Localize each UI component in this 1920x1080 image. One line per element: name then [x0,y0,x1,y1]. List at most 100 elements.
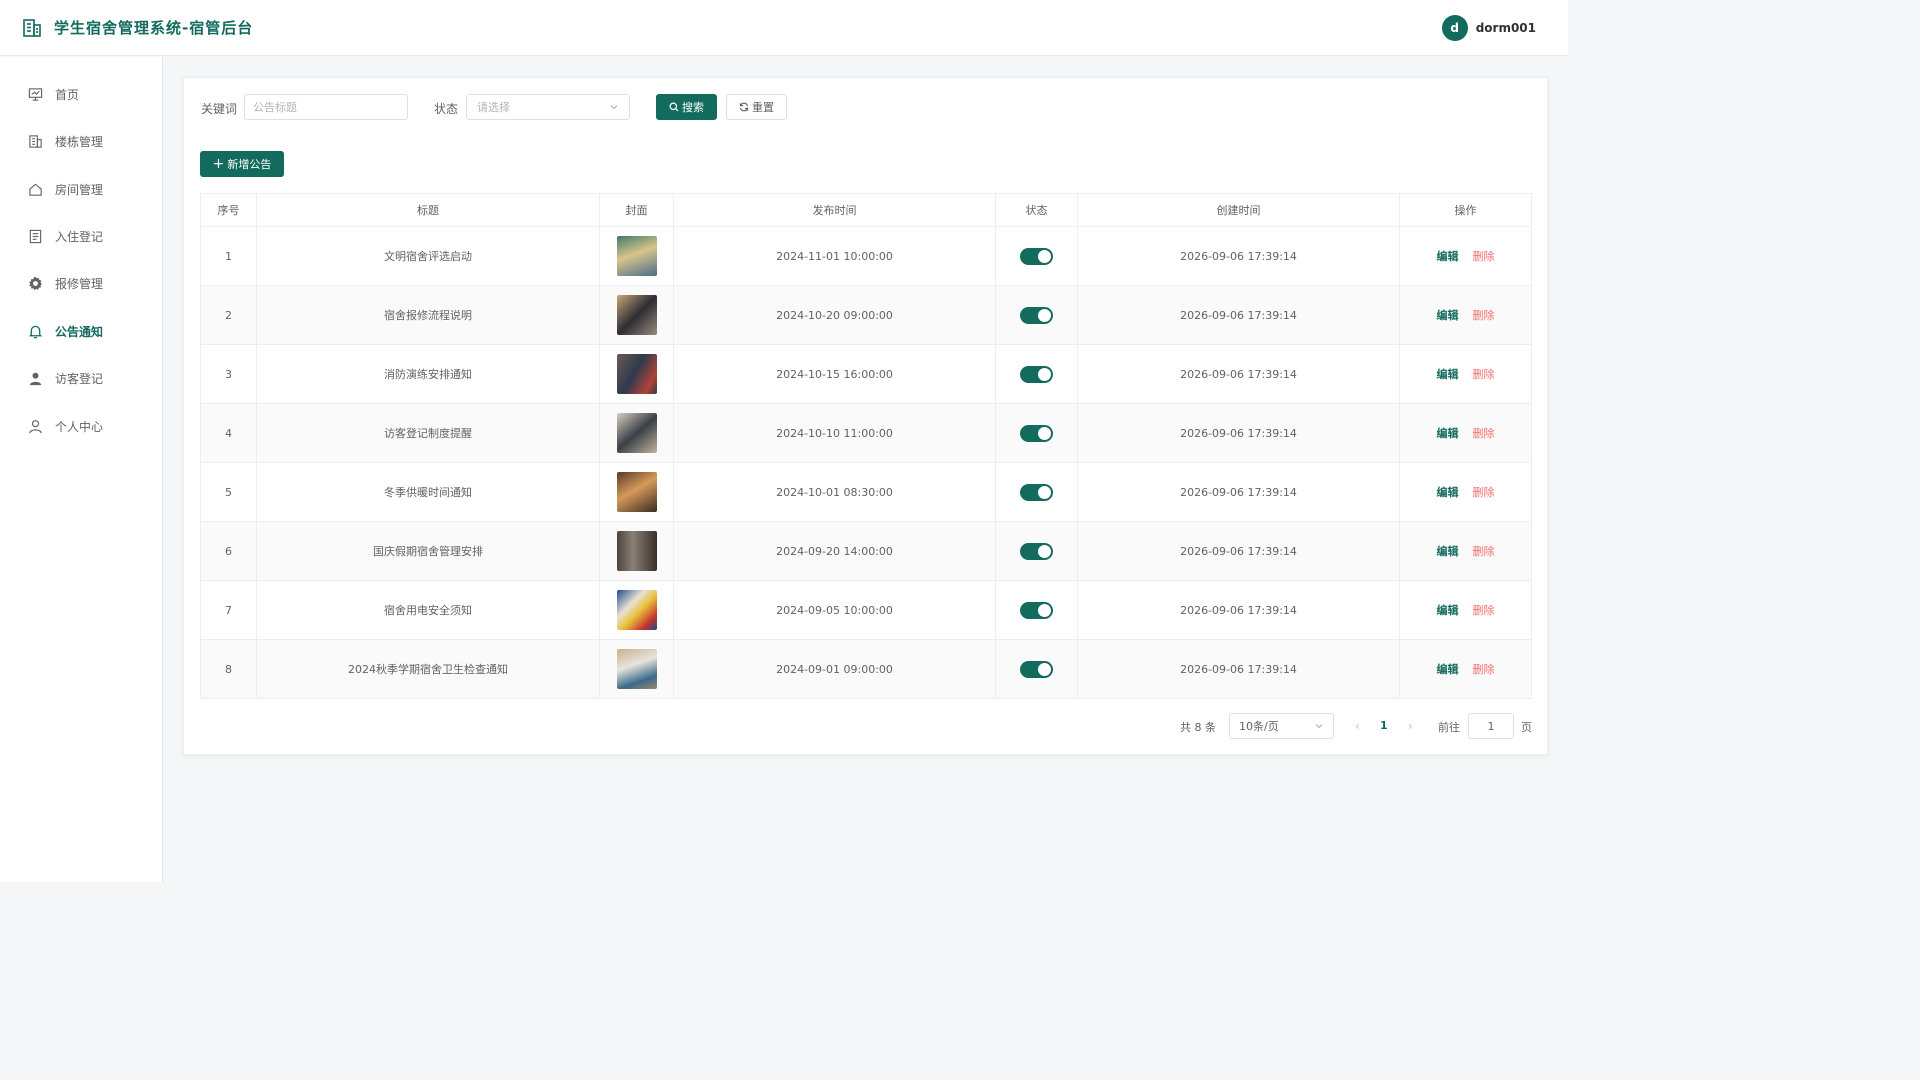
column-header-index: 序号 [200,193,257,227]
refresh-icon [739,102,749,112]
sidebar-item-visitors[interactable]: 访客登记 [0,358,162,398]
delete-link[interactable]: 删除 [1473,368,1495,381]
reset-button[interactable]: 重置 [726,94,787,120]
sidebar-item-announcements[interactable]: 公告通知 [0,311,162,351]
status-toggle[interactable] [1020,306,1053,324]
page-number-current[interactable]: 1 [1380,719,1388,732]
cover-thumbnail[interactable] [616,590,657,630]
user-outline-icon [29,419,42,433]
delete-link[interactable]: 删除 [1473,545,1495,558]
building-icon [29,134,42,148]
avatar[interactable]: d [1441,14,1468,41]
row-index: 7 [200,580,257,640]
search-button[interactable]: 搜索 [656,94,717,120]
table-row: 7 宿舍用电安全须知 2024-09-05 10:00:00 2026-09-0… [200,580,1532,640]
prev-page-icon[interactable]: ‹ [1355,719,1360,733]
sidebar-item-checkin[interactable]: 入住登记 [0,216,162,256]
edit-link[interactable]: 编辑 [1437,604,1459,617]
cover-thumbnail[interactable] [616,236,657,276]
announcement-panel: 关键词 状态 请选择 搜索 重置 + 新增公告 序号 标题 封面 发布时间 状态… [183,77,1548,755]
sidebar-item-repairs[interactable]: 报修管理 [0,263,162,303]
username[interactable]: dorm001 [1476,21,1536,35]
delete-link[interactable]: 删除 [1473,663,1495,676]
status-label: 状态 [434,102,459,116]
status-cell [995,285,1078,345]
row-index: 5 [200,462,257,522]
status-select[interactable]: 请选择 [466,94,630,120]
table-row: 3 消防演练安排通知 2024-10-15 16:00:00 2026-09-0… [200,344,1532,404]
row-title: 文明宿舍评选启动 [256,226,600,286]
status-toggle[interactable] [1020,365,1053,383]
user-menu[interactable]: d dorm001 [1441,14,1536,41]
goto-label: 前往 [1438,721,1460,734]
column-header-created-time: 创建时间 [1077,193,1400,227]
document-icon [29,229,42,243]
row-title: 访客登记制度提醒 [256,403,600,463]
status-toggle[interactable] [1020,483,1053,501]
status-toggle[interactable] [1020,542,1053,560]
sidebar-item-label: 公告通知 [55,324,104,339]
cover-thumbnail[interactable] [616,354,657,394]
actions-cell: 编辑 删除 [1399,462,1532,522]
delete-link[interactable]: 删除 [1473,250,1495,263]
sidebar-item-profile[interactable]: 个人中心 [0,406,162,446]
cover-thumbnail[interactable] [616,295,657,335]
cover-thumbnail[interactable] [616,531,657,571]
cover-thumbnail[interactable] [616,649,657,689]
delete-link[interactable]: 删除 [1473,604,1495,617]
top-header: 学生宿舍管理系统-宿管后台 d dorm001 [0,0,1568,56]
cover-cell [599,226,674,286]
column-header-publish-time: 发布时间 [673,193,996,227]
delete-link[interactable]: 删除 [1473,486,1495,499]
user-filled-icon [29,372,42,385]
edit-link[interactable]: 编辑 [1437,368,1459,381]
edit-link[interactable]: 编辑 [1437,250,1459,263]
delete-link[interactable]: 删除 [1473,309,1495,322]
edit-link[interactable]: 编辑 [1437,486,1459,499]
add-announcement-button[interactable]: + 新增公告 [200,151,284,177]
sidebar-item-label: 入住登记 [55,229,104,244]
cover-thumbnail[interactable] [616,413,657,453]
next-page-icon[interactable]: › [1408,719,1413,733]
edit-link[interactable]: 编辑 [1437,663,1459,676]
row-created-time: 2026-09-06 17:39:14 [1077,580,1400,640]
sidebar-item-label: 楼栋管理 [55,134,104,149]
page-suffix: 页 [1521,721,1532,734]
goto-page-input[interactable] [1468,713,1514,739]
sidebar-item-label: 首页 [55,87,80,102]
row-created-time: 2026-09-06 17:39:14 [1077,285,1400,345]
page-size-select[interactable]: 10条/页 [1229,713,1334,739]
row-title: 2024秋季学期宿舍卫生检查通知 [256,639,600,699]
actions-cell: 编辑 删除 [1399,639,1532,699]
status-toggle[interactable] [1020,424,1053,442]
actions-cell: 编辑 删除 [1399,580,1532,640]
table-row: 8 2024秋季学期宿舍卫生检查通知 2024-09-01 09:00:00 2… [200,639,1532,699]
search-button-label: 搜索 [682,101,704,114]
row-publish-time: 2024-10-15 16:00:00 [673,344,996,404]
cover-cell [599,285,674,345]
keyword-input[interactable] [244,94,408,120]
status-toggle[interactable] [1020,247,1053,265]
sidebar-item-home[interactable]: 首页 [0,74,162,114]
row-index: 4 [200,403,257,463]
gear-icon [29,276,43,290]
edit-link[interactable]: 编辑 [1437,309,1459,322]
actions-cell: 编辑 删除 [1399,226,1532,286]
table-header-row: 序号 标题 封面 发布时间 状态 创建时间 操作 [200,193,1532,227]
delete-link[interactable]: 删除 [1473,427,1495,440]
row-title: 宿舍报修流程说明 [256,285,600,345]
row-created-time: 2026-09-06 17:39:14 [1077,462,1400,522]
status-toggle[interactable] [1020,601,1053,619]
sidebar-item-rooms[interactable]: 房间管理 [0,169,162,209]
cover-thumbnail[interactable] [616,472,657,512]
search-icon [669,102,679,112]
status-toggle[interactable] [1020,660,1053,678]
sidebar-item-buildings[interactable]: 楼栋管理 [0,121,162,161]
edit-link[interactable]: 编辑 [1437,545,1459,558]
page-size-value: 10条/页 [1239,720,1279,733]
row-created-time: 2026-09-06 17:39:14 [1077,639,1400,699]
announcement-table: 序号 标题 封面 发布时间 状态 创建时间 操作 1 文明宿舍评选启动 2024… [200,193,1532,699]
edit-link[interactable]: 编辑 [1437,427,1459,440]
row-publish-time: 2024-11-01 10:00:00 [673,226,996,286]
status-cell [995,462,1078,522]
